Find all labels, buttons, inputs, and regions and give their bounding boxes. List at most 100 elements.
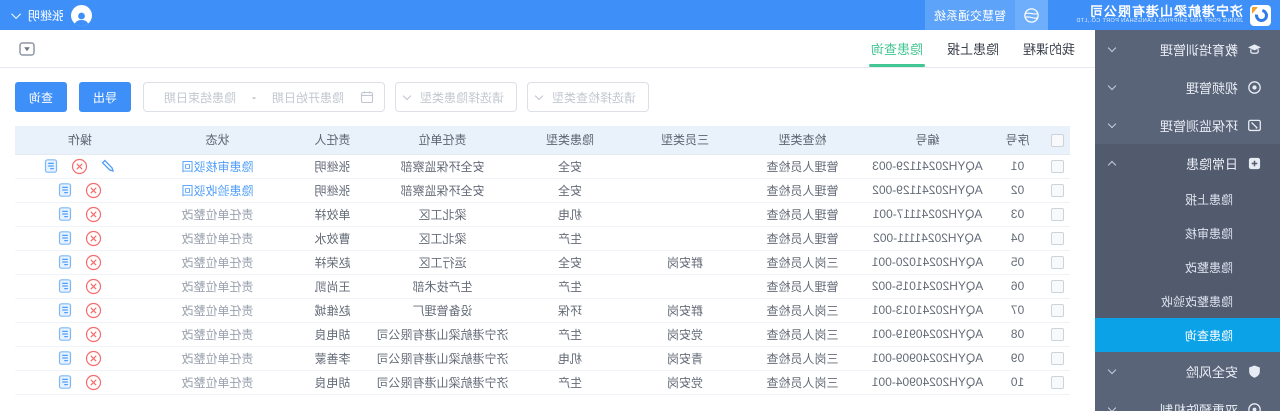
seq-cell: 06 [990,274,1045,298]
hazard-type-cell: 生产 [510,322,630,346]
reject-icon[interactable] [86,374,103,391]
status-cell: 责任单位整改 [145,250,290,274]
reject-icon[interactable] [72,158,89,175]
reject-icon[interactable] [86,230,103,247]
sidebar-subitem-hazard-query[interactable]: 隐患查询 [1095,318,1280,352]
unit-cell: 济宁港航梁山港有限公司 [375,370,510,394]
row-checkbox[interactable] [1051,232,1064,245]
switch-system-label: 智慧交通系统 [925,0,1015,30]
reject-icon[interactable] [86,206,103,223]
seq-cell: 02 [990,178,1045,202]
code-cell: AQYH20241117-001 [865,202,990,226]
san-type-cell: 群安岗 [630,298,740,322]
sidebar-item-daily-hazard[interactable]: 日常隐患 [1095,144,1280,182]
plus-square-icon [1247,156,1262,171]
document-icon[interactable] [58,230,74,246]
tabs-bar: 我的课程 隐患上报 隐患查询 [0,30,1095,68]
sidebar-subitem-hazard-rectify[interactable]: 隐患整改 [1095,250,1280,284]
select-all-checkbox[interactable] [1051,134,1064,147]
company-name-en: JINING PORT AND SHIPPING LIANGSHAN PORT … [1076,19,1243,25]
col-person: 责任人 [290,126,375,154]
actions-cell [15,370,145,394]
date-end-placeholder: 隐患结束日期 [154,89,246,106]
reject-icon[interactable] [86,302,103,319]
document-icon[interactable] [58,302,74,318]
actions-cell [15,202,145,226]
chevron-down-icon [1108,81,1116,89]
seq-cell: 09 [990,346,1045,370]
row-checkbox[interactable] [1051,256,1064,269]
row-checkbox[interactable] [1051,208,1064,221]
date-separator: - [252,90,256,104]
row-checkbox[interactable] [1051,376,1064,389]
sidebar-item-safety-risk[interactable]: 安全风险 [1095,352,1280,390]
document-icon[interactable] [58,278,74,294]
san-type-cell: 党安岗 [630,322,740,346]
edit-icon[interactable] [101,158,117,174]
row-checkbox[interactable] [1051,280,1064,293]
table-body: 01 AQYH20241129-003 管理人员检查 安全 安全环保监察部 张继… [15,154,1070,394]
status-cell: 隐患验收驳回 [145,178,290,202]
actions-cell [15,346,145,370]
query-button[interactable]: 查询 [15,82,67,112]
row-checkbox[interactable] [1051,184,1064,197]
exit-screen-icon[interactable] [18,40,36,58]
app-window: 济宁港航梁山港有限公司 JINING PORT AND SHIPPING LIA… [0,0,1280,411]
hazard-type-cell: 安全 [510,154,630,178]
unit-cell: 安全环保监察部 [375,154,510,178]
reject-icon[interactable] [86,254,103,271]
reject-icon[interactable] [86,350,103,367]
filter-toolbar: 请选择检查类型 请选择隐患类型 隐患开始日期 - 隐患结束日期 导出 查询 [0,68,1095,124]
sidebar-item-dual-prevention[interactable]: 双重预防机制 [1095,390,1280,411]
row-checkbox-cell [1045,226,1070,250]
document-icon[interactable] [58,350,74,366]
status-cell: 责任单位整改 [145,202,290,226]
person-cell: 胡电良 [290,370,375,394]
code-cell: AQYH20240904-001 [865,370,990,394]
tab-hazard-report[interactable]: 隐患上报 [937,30,1009,67]
document-icon[interactable] [58,374,74,390]
row-checkbox[interactable] [1051,304,1064,317]
document-icon[interactable] [58,182,74,198]
sidebar-item-video[interactable]: 视频管理 [1095,68,1280,106]
sidebar-item-education[interactable]: 教育培训管理 [1095,30,1280,68]
date-range-input[interactable]: 隐患开始日期 - 隐患结束日期 [143,82,385,112]
row-checkbox-cell [1045,202,1070,226]
globe-logo-icon [1015,0,1048,30]
row-checkbox[interactable] [1051,328,1064,341]
sidebar-item-env-monitor[interactable]: 环保监测管理 [1095,106,1280,144]
document-icon[interactable] [58,326,74,342]
document-icon[interactable] [44,158,60,174]
chevron-down-icon [11,9,21,19]
row-checkbox[interactable] [1051,352,1064,365]
check-type-select[interactable]: 请选择检查类型 [527,82,649,112]
document-icon[interactable] [58,254,74,270]
sidebar-subitem-hazard-review[interactable]: 隐患审核 [1095,216,1280,250]
table-row: 08 AQYH20240919-001 三岗人员检查 党安岗 生产 济宁港航梁山… [15,322,1070,346]
san-type-cell: 青安岗 [630,346,740,370]
main-content: 我的课程 隐患上报 隐患查询 请选择检查类型 请选择隐患类型 隐患开始日期 [0,30,1095,411]
row-checkbox[interactable] [1051,160,1064,173]
reject-icon[interactable] [86,326,103,343]
sidebar-subitem-hazard-rectify-accept[interactable]: 隐患整改验收 [1095,284,1280,318]
check-type-cell: 三岗人员检查 [740,322,865,346]
document-icon[interactable] [58,206,74,222]
user-menu[interactable]: 张继明 [0,0,92,30]
sidebar-group-daily-hazard: 日常隐患 隐患上报 隐患审核 隐患整改 隐患整改验收 隐患查询 [1095,144,1280,352]
table-row: 05 AQYH20241020-001 三岗人员检查 群安岗 安全 运行工区 赵… [15,250,1070,274]
col-san-type: 三员类型 [630,126,740,154]
tab-my-courses[interactable]: 我的课程 [1013,30,1085,67]
person-cell: 张继明 [290,154,375,178]
tab-hazard-query[interactable]: 隐患查询 [861,30,933,67]
row-checkbox-cell [1045,346,1070,370]
date-start-placeholder: 隐患开始日期 [262,89,354,106]
monitor-edit-icon [1247,118,1262,133]
actions-cell [15,250,145,274]
chevron-up-icon [1108,160,1116,168]
sidebar-subitem-hazard-report[interactable]: 隐患上报 [1095,182,1280,216]
reject-icon[interactable] [86,182,103,199]
export-button[interactable]: 导出 [79,82,131,112]
reject-icon[interactable] [86,278,103,295]
switch-system-button[interactable]: 智慧交通系统 [925,0,1048,30]
hazard-type-select[interactable]: 请选择隐患类型 [395,82,517,112]
